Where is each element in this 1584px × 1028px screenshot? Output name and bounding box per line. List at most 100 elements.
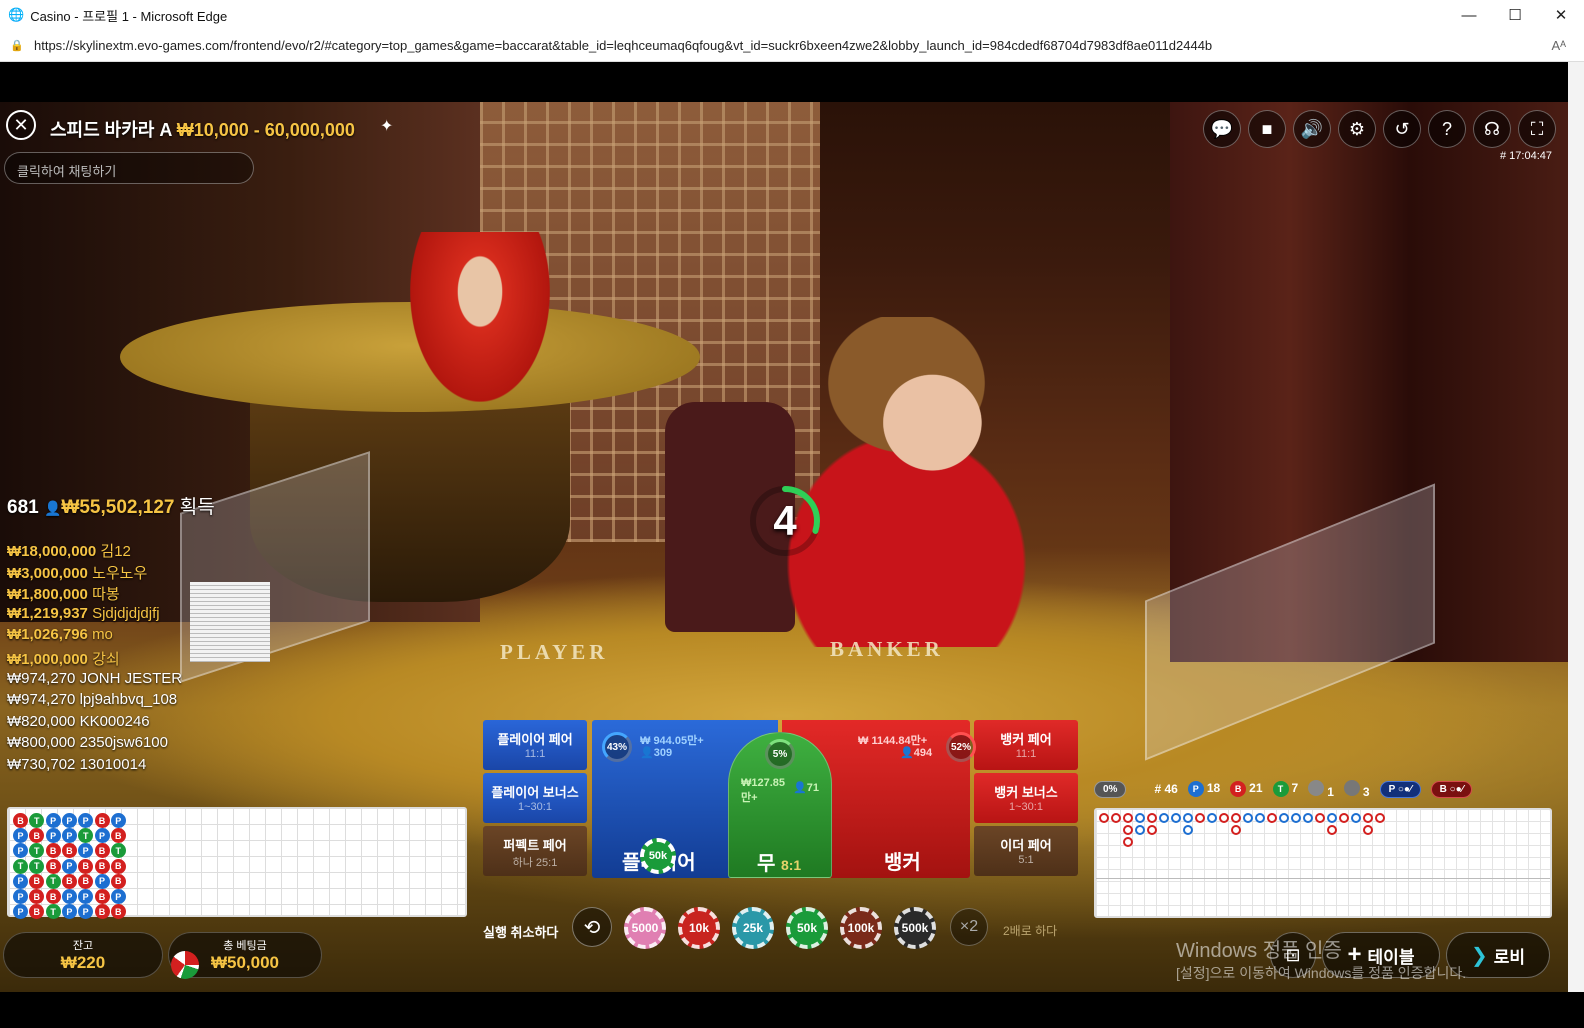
player-predict-button[interactable]: P ○●⁄ [1379,780,1421,798]
lobby-button[interactable]: ❯ 로비 [1446,932,1550,978]
bead-road-result: B [29,889,45,904]
big-road-mark [1099,813,1109,823]
winner-row: ₩3,000,000 노우노우 [7,562,147,583]
history-button[interactable]: ↺ [1383,110,1421,148]
player-bonus-bet[interactable]: 플레이어 보너스 1~30:1 [483,773,587,823]
multi-table-button[interactable]: ⊡ [1270,932,1316,978]
bead-road-result: P [13,828,28,844]
bottom-letterbox [0,992,1568,1028]
address-bar[interactable]: 🔒 https://skylinextm.evo-games.com/front… [0,30,1584,62]
bead-road-result: B [78,873,94,889]
bead-road-result: B [29,904,45,920]
url-text[interactable]: https://skylinextm.evo-games.com/fronten… [34,38,1212,53]
read-aloud-icon[interactable]: Aᴬ [1551,38,1566,53]
bead-road[interactable]: BPPTPPPTBTTBBBPPBBTBTPPBPBPPPTPBBPPBPBBP… [7,807,467,920]
discarded-cards [190,582,270,662]
chip-25k[interactable]: 25k [732,907,774,949]
placed-chip-player[interactable]: 50k [640,838,676,874]
headset-icon: ☊ [1484,118,1500,139]
top-letterbox [0,62,1584,102]
winner-name: 2350jsw6100 [79,734,168,752]
minimize-button[interactable]: — [1446,0,1492,30]
window-title: 🌐 Casino - 프로필 1 - Microsoft Edge [8,6,227,25]
big-road-mark [1339,813,1349,823]
winner-name: Sjdjdjdjdjfj [92,604,160,622]
winners-count: 681 [7,497,39,518]
total-bet-display: 총 베팅금 ₩50,000 [168,932,322,979]
winner-row: ₩820,000 KK000246 [7,713,150,730]
big-road-mark [1171,813,1181,823]
bet-limits: ₩10,000 - 60,000,000 [176,120,355,140]
bead-road-result: T [110,843,126,859]
winner-amount: ₩730,702 [7,756,76,773]
user-icon: 👤 [640,747,654,759]
double-button[interactable]: ×2 [950,908,988,946]
banker-pair-bet[interactable]: 뱅커 페어 11:1 [974,720,1078,770]
lock-icon[interactable]: 🔒 [10,39,24,53]
support-button[interactable]: ☊ [1473,110,1511,148]
winner-name: 강쇠 [92,651,120,668]
winners-label: 획득 [179,497,215,518]
chip-500k[interactable]: 500k [894,907,936,949]
chip-5000[interactable]: 5000 [624,907,666,949]
perfect-pair-odds: 하나 25:1 [512,857,558,869]
settings-button[interactable]: ⚙ [1338,110,1376,148]
perfect-pair-bet[interactable]: 퍼펙트 페어 하나 25:1 [483,826,587,876]
bead-road-result: T [29,858,45,874]
big-road-mark [1327,825,1337,835]
banker-pair-odds: 11:1 [1015,748,1037,760]
bead-road-result: P [94,873,110,889]
either-pair-bet[interactable]: 이더 페어 5:1 [974,826,1078,876]
big-road-mark [1135,825,1145,835]
undo-label: 실행 취소하다 [483,925,559,940]
banker-bonus-bet[interactable]: 뱅커 보너스 1~30:1 [974,773,1078,823]
chip-stack-icon [171,951,199,979]
pin-icon[interactable]: ✦ [380,116,393,136]
table-label-banker: BANKER [830,637,944,661]
bead-road-result: P [78,843,94,859]
balance-label: 잔고 [72,940,94,952]
add-table-button[interactable]: + 테이블 [1322,932,1440,978]
tie-wins: T7 [1272,781,1298,797]
winner-amount: ₩800,000 [7,734,76,752]
bead-road-result: P [78,813,94,828]
chat-input[interactable]: 클릭하여 채팅하기 [4,152,254,184]
bead-road-result: P [13,889,28,904]
game-round-id: # 17:04:47 [1500,150,1552,162]
player-percent: 43% [602,732,632,762]
big-road-mark [1147,813,1157,823]
chip-50k[interactable]: 50k [786,907,828,949]
big-road-mark [1147,825,1157,835]
tie-bet-area[interactable]: 5% ₩127.85만+ 👤71 무 8:1 [728,732,832,878]
help-icon: ? [1441,118,1452,139]
big-road[interactable] [1094,808,1552,918]
chip-100k[interactable]: 100k [840,907,882,949]
double-label: 2배로 하다 [1003,924,1058,938]
maximize-button[interactable]: ☐ [1492,0,1538,30]
winner-row: ₩1,219,937 Sjdjdjdjdjfj [7,605,160,622]
help-button[interactable]: ? [1428,110,1466,148]
bead-road-result: B [94,858,110,874]
close-window-button[interactable]: ✕ [1538,0,1584,30]
chip-10k[interactable]: 10k [678,907,720,949]
bead-road-result: T [29,843,45,859]
chat-button[interactable]: 💬 [1203,110,1241,148]
dealer [740,317,1110,647]
big-road-mark [1219,813,1229,823]
lobby-arrow-icon: ❯ [1470,944,1488,967]
video-button[interactable]: ■ [1248,110,1286,148]
volume-button[interactable]: 🔊 [1293,110,1331,148]
background-dealer [410,232,550,402]
winners-summary: 681 👤₩55,502,127 획득 [7,492,215,519]
bead-road-result: P [45,813,61,828]
player-pair-bet[interactable]: 플레이어 페어 11:1 [483,720,587,770]
winner-amount: ₩1,219,937 [7,604,88,622]
undo-button[interactable]: ⟲ [572,907,612,947]
bead-road-result: P [78,904,94,920]
close-game-button[interactable]: ✕ [6,110,36,140]
page-scrollbar[interactable] [1568,62,1584,992]
banker-predict-button[interactable]: B ○●⁄ [1430,780,1473,798]
fullscreen-button[interactable]: ⛶ [1518,110,1556,148]
big-road-mark [1279,813,1289,823]
big-road-mark [1123,813,1133,823]
